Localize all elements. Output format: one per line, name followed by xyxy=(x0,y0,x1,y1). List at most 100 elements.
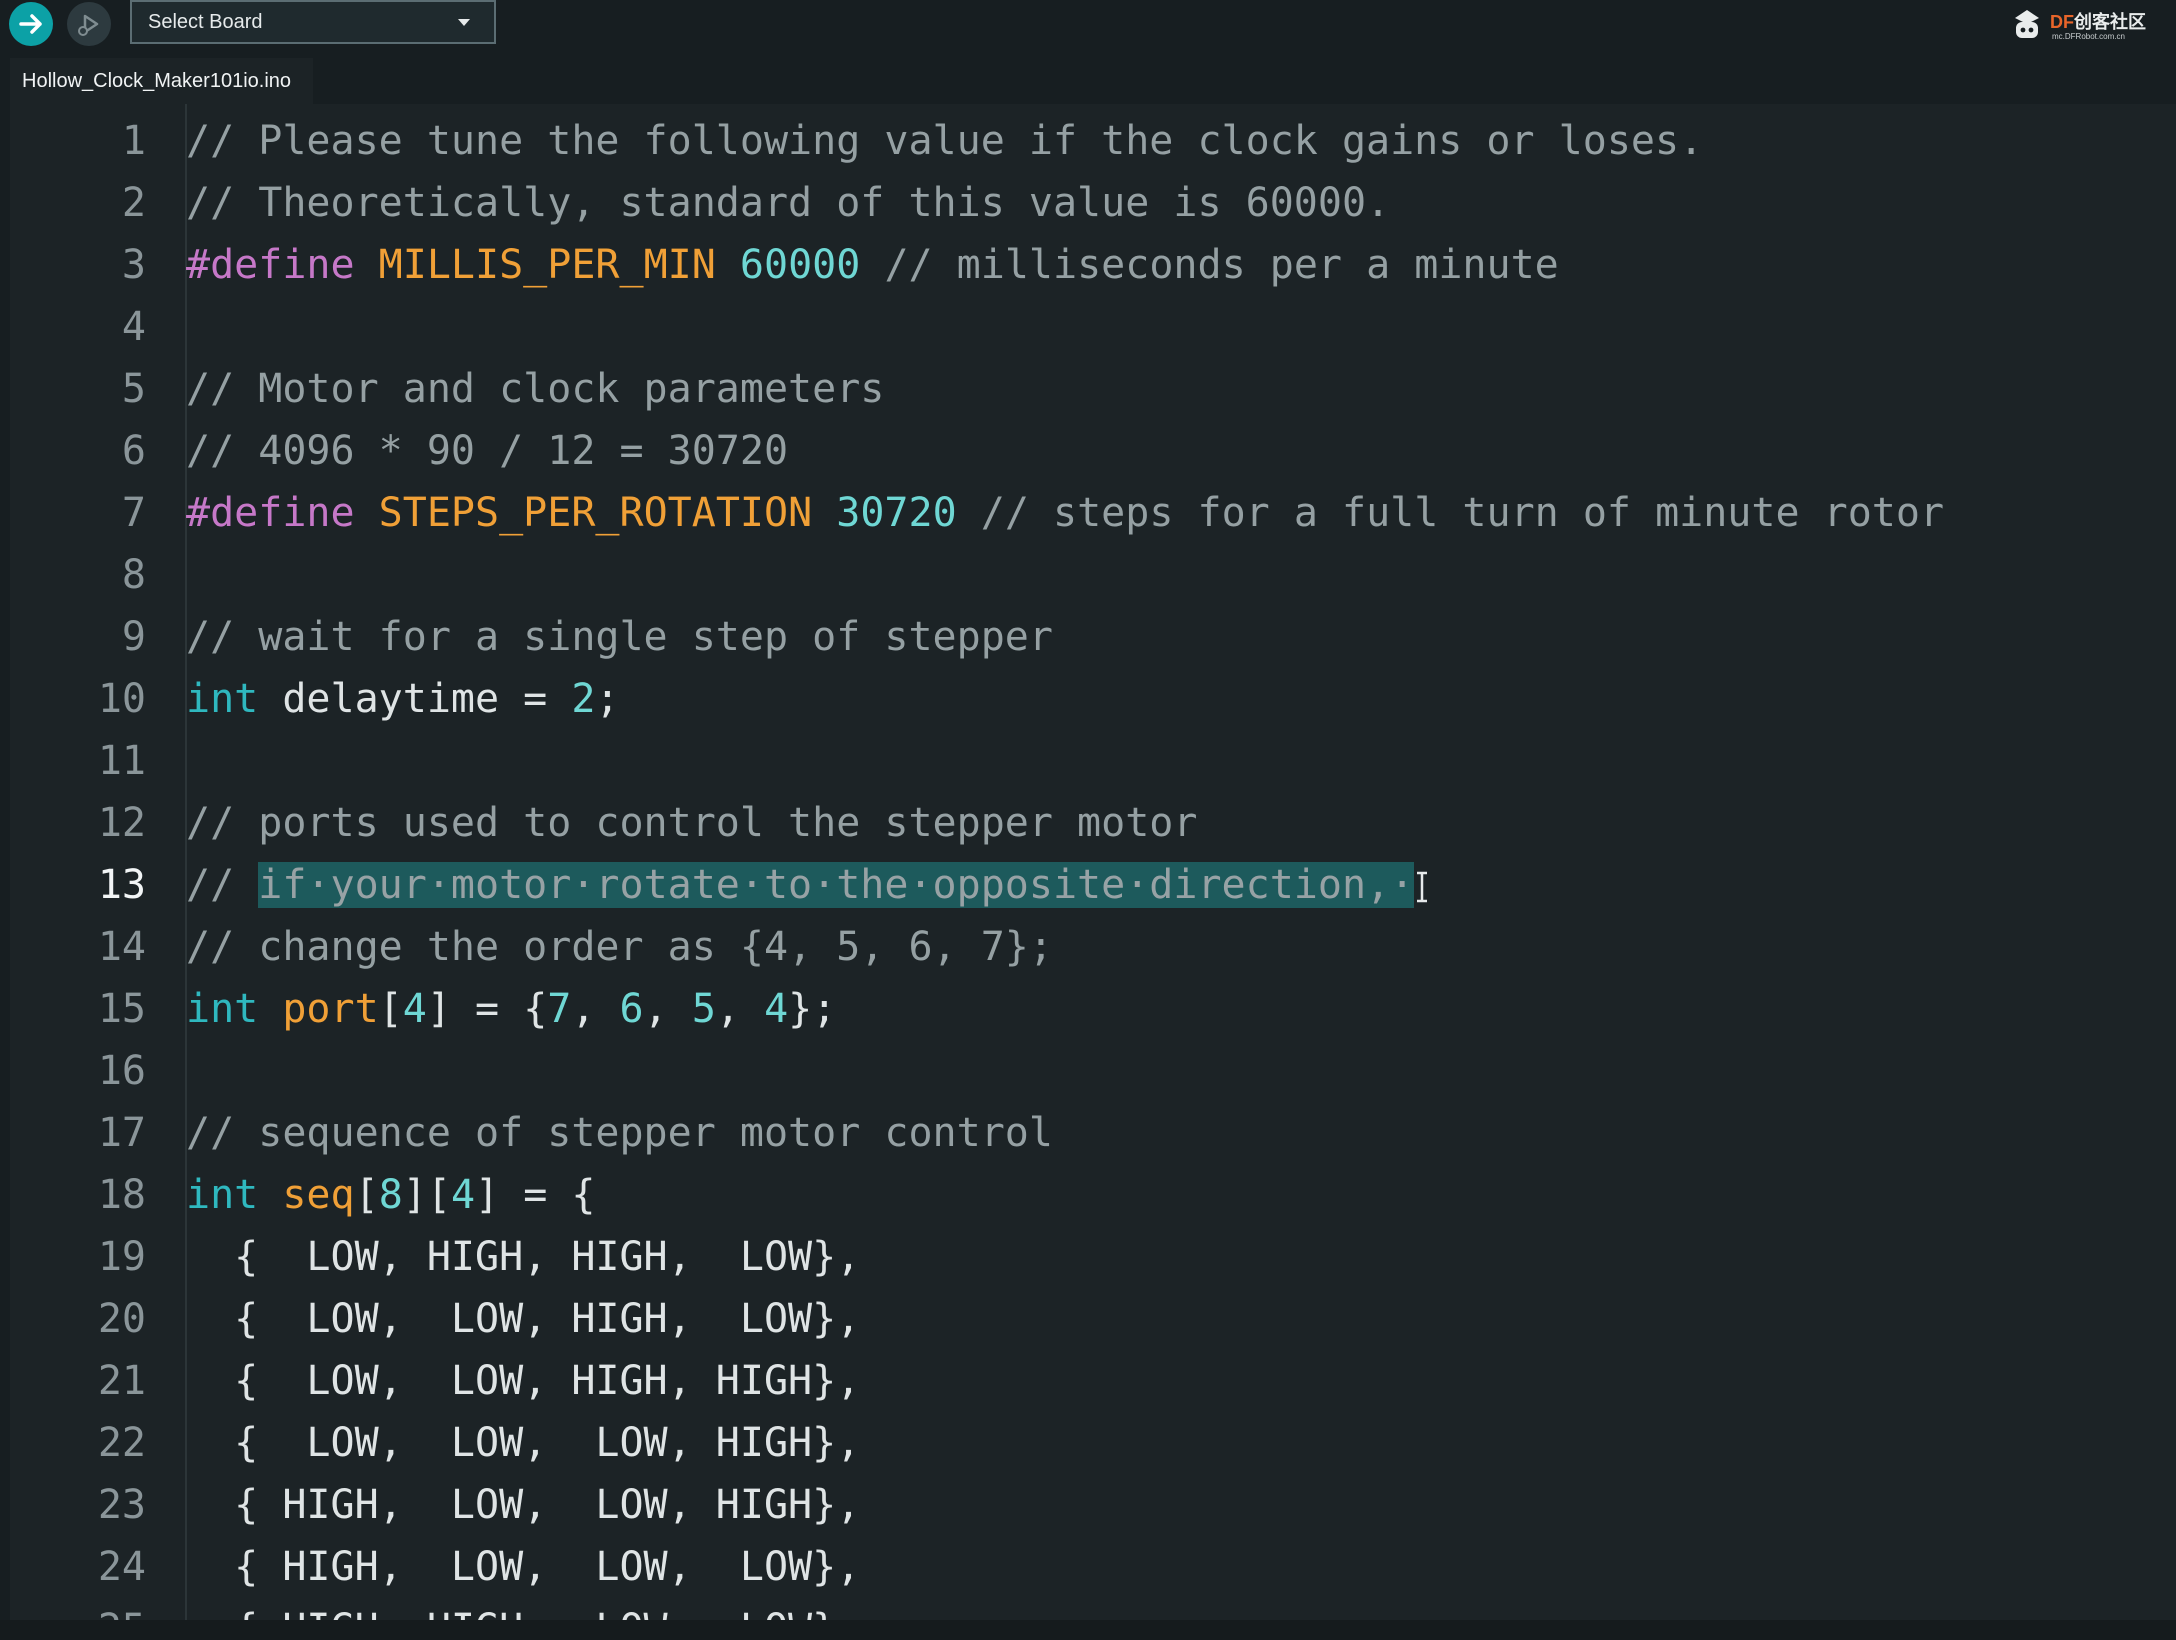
code-token: 2 xyxy=(571,676,596,722)
line-number: 7 xyxy=(121,490,146,536)
code-line[interactable]: 11 xyxy=(10,730,2176,792)
code-token: { LOW, LOW, LOW, HIGH}, xyxy=(186,1420,861,1466)
line-number: 23 xyxy=(97,1482,146,1528)
code-text: { HIGH, HIGH, LOW, LOW}, xyxy=(186,1598,860,1620)
code-line[interactable]: 9 // wait for a single step of stepper xyxy=(10,606,2176,668)
code-token: 4 xyxy=(402,986,427,1032)
code-line[interactable]: 23 { HIGH, LOW, LOW, HIGH}, xyxy=(10,1474,2176,1536)
code-token: 60000 xyxy=(739,242,861,288)
code-text: int port[4] = {7, 6, 5, 4}; xyxy=(186,978,836,1040)
code-token: , xyxy=(643,986,692,1032)
line-number: 22 xyxy=(97,1420,146,1466)
code-line[interactable]: 13 // if·your·motor·rotate·to·the·opposit… xyxy=(10,854,2176,916)
logo-url: mc.DFRobot.com.cn xyxy=(2052,32,2125,41)
code-token: [ xyxy=(378,986,403,1032)
code-line[interactable]: 25 { HIGH, HIGH, LOW, LOW}, xyxy=(10,1598,2176,1620)
code-line[interactable]: 16 xyxy=(10,1040,2176,1102)
code-token: { LOW, LOW, HIGH, LOW}, xyxy=(186,1296,861,1342)
logo-wordmark: DF创客社区 xyxy=(2050,12,2146,32)
code-token: 8 xyxy=(378,1172,403,1218)
code-token: int xyxy=(186,1172,259,1218)
line-number: 24 xyxy=(97,1544,146,1590)
code-token: // change the order as {4, 5, 6, 7}; xyxy=(186,924,1053,970)
code-token: }; xyxy=(788,986,837,1032)
file-tab-strip: Hollow_Clock_Maker101io.ino xyxy=(0,48,2176,104)
verify-upload-button[interactable] xyxy=(9,2,53,46)
line-number: 18 xyxy=(97,1172,146,1218)
code-token: ] = { xyxy=(475,1172,596,1218)
code-line[interactable]: 5 // Motor and clock parameters xyxy=(10,358,2176,420)
line-number: 17 xyxy=(97,1110,146,1156)
code-line[interactable]: 2 // Theoretically, standard of this valu… xyxy=(10,172,2176,234)
code-line[interactable]: 6 // 4096 * 90 / 12 = 30720 xyxy=(10,420,2176,482)
code-token: // 4096 * 90 / 12 = 30720 xyxy=(186,428,789,474)
code-token: [ xyxy=(354,1172,379,1218)
text-cursor-icon xyxy=(1417,871,1428,903)
line-number: 25 xyxy=(10,1598,146,1620)
code-line[interactable]: 15 int port[4] = {7, 6, 5, 4}; xyxy=(10,978,2176,1040)
line-number: 15 xyxy=(97,986,146,1032)
code-token: 4 xyxy=(764,986,789,1032)
code-token: 6 xyxy=(619,986,644,1032)
code-token: , xyxy=(715,986,765,1032)
code-token: // Please tune the following value if th… xyxy=(186,118,1704,164)
board-select-label: Select Board xyxy=(148,10,263,33)
code-line[interactable]: 19 { LOW, HIGH, HIGH, LOW}, xyxy=(10,1226,2176,1288)
code-token: port xyxy=(282,986,379,1032)
line-number: 4 xyxy=(121,304,146,350)
code-line[interactable]: 17 // sequence of stepper motor control xyxy=(10,1102,2176,1164)
code-token: // Motor and clock parameters xyxy=(186,366,885,412)
code-text: int delaytime = 2; xyxy=(186,668,620,730)
code-line[interactable]: 7 #define STEPS_PER_ROTATION 30720 // ste… xyxy=(10,482,2176,544)
code-token: 5 xyxy=(691,986,716,1032)
line-number: 16 xyxy=(97,1048,146,1094)
code-text: { LOW, HIGH, HIGH, LOW}, xyxy=(186,1226,860,1288)
code-token: int xyxy=(186,676,259,722)
code-token: , xyxy=(571,986,620,1032)
code-token: { LOW, HIGH, HIGH, LOW}, xyxy=(186,1234,861,1280)
code-line[interactable]: 24 { HIGH, LOW, LOW, LOW}, xyxy=(10,1536,2176,1598)
code-text: #define MILLIS_PER_MIN 60000 // millisec… xyxy=(186,234,1559,296)
code-line[interactable]: 4 xyxy=(10,296,2176,358)
line-number: 6 xyxy=(121,428,146,474)
code-token: ; xyxy=(595,676,620,722)
code-line[interactable]: 18 int seq[8][4] = { xyxy=(10,1164,2176,1226)
chevron-down-icon xyxy=(458,19,470,26)
code-token: // milliseconds per a minute xyxy=(884,242,1559,288)
code-line[interactable]: 21 { LOW, LOW, HIGH, HIGH}, xyxy=(10,1350,2176,1412)
code-token: // sequence of stepper motor control xyxy=(186,1110,1053,1156)
line-number: 8 xyxy=(121,552,146,598)
board-select-dropdown[interactable]: Select Board xyxy=(130,0,496,44)
code-line[interactable]: 8 xyxy=(10,544,2176,606)
code-token: { HIGH, LOW, LOW, LOW}, xyxy=(186,1544,861,1590)
debug-play-icon xyxy=(78,14,99,36)
code-text: // change the order as {4, 5, 6, 7}; xyxy=(186,916,1053,978)
code-text: { LOW, LOW, HIGH, LOW}, xyxy=(186,1288,860,1350)
debug-button[interactable] xyxy=(67,2,111,46)
code-line[interactable]: 10 int delaytime = 2; xyxy=(10,668,2176,730)
code-line[interactable]: 22 { LOW, LOW, LOW, HIGH}, xyxy=(10,1412,2176,1474)
code-line[interactable]: 20 { LOW, LOW, HIGH, LOW}, xyxy=(10,1288,2176,1350)
code-line[interactable]: 14 // change the order as {4, 5, 6, 7}; xyxy=(10,916,2176,978)
code-text: // wait for a single step of stepper xyxy=(186,606,1053,668)
code-line[interactable]: 12 // ports used to control the stepper m… xyxy=(10,792,2176,854)
line-number: 2 xyxy=(121,180,146,226)
code-text: int seq[8][4] = { xyxy=(186,1164,595,1226)
code-line[interactable]: 3 #define MILLIS_PER_MIN 60000 // millise… xyxy=(10,234,2176,296)
code-token: #define xyxy=(186,490,355,536)
editor-left-edge xyxy=(0,104,10,1620)
code-editor[interactable]: 1 // Please tune the following value if t… xyxy=(10,104,2176,1620)
code-token: int xyxy=(186,986,259,1032)
file-tab[interactable]: Hollow_Clock_Maker101io.ino xyxy=(10,58,314,104)
code-text: // if·your·motor·rotate·to·the·opposite·… xyxy=(186,854,1430,916)
code-token: 30720 xyxy=(836,490,957,536)
code-text: // Please tune the following value if th… xyxy=(186,110,1703,172)
code-line[interactable]: 1 // Please tune the following value if t… xyxy=(10,110,2176,172)
